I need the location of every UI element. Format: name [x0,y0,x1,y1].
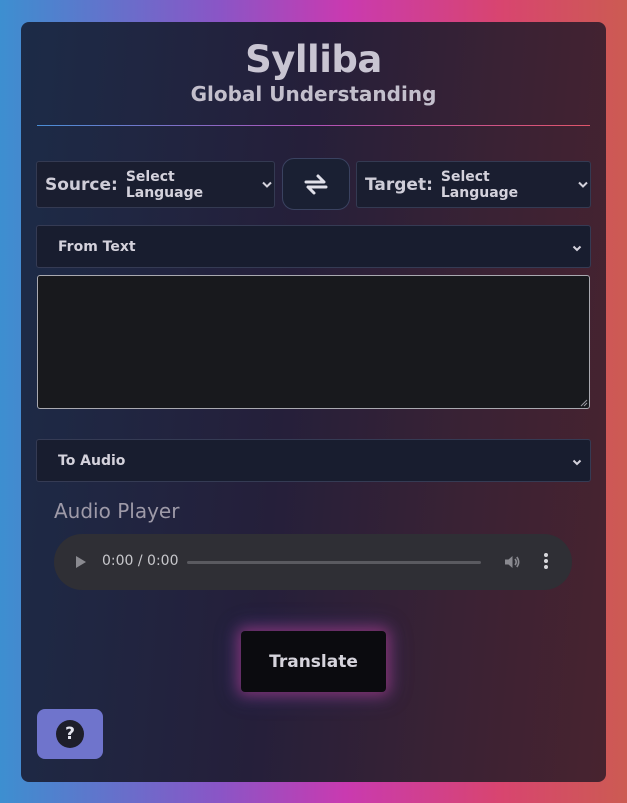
chevron-down-icon [261,178,274,192]
input-mode-value: From Text [58,238,136,255]
swap-arrows-icon [304,174,328,195]
chevron-down-icon [577,178,590,192]
source-label: Source: [45,174,118,195]
output-mode-value: To Audio [58,452,126,469]
app-title: Sylliba [245,38,382,81]
translator-panel: Sylliba Global Understanding Source: Sel… [21,22,606,782]
audio-time: 0:00 / 0:00 [102,553,179,569]
output-mode-select[interactable]: To Audio [36,439,591,482]
help-icon: ? [56,720,84,748]
header-divider [37,125,590,126]
translate-button[interactable]: Translate [241,631,386,692]
swap-languages-button[interactable] [282,158,350,210]
more-vertical-icon[interactable] [543,552,549,570]
audio-player: 0:00 / 0:00 [54,534,572,590]
app-subtitle: Global Understanding [190,82,437,106]
input-mode-select[interactable]: From Text [36,225,591,268]
resize-handle-icon[interactable] [580,399,588,407]
audio-progress-track[interactable] [187,561,481,564]
chevron-down-icon [572,240,582,256]
volume-icon[interactable] [503,553,521,571]
chevron-down-icon [572,454,582,470]
target-language-select[interactable]: Target: Select Language [356,161,591,208]
help-button[interactable]: ? [37,709,103,759]
target-language-value: Select Language [440,168,519,201]
source-language-select[interactable]: Source: Select Language [36,161,275,208]
play-icon[interactable] [75,555,87,569]
audio-player-title: Audio Player [54,499,180,523]
target-label: Target: [365,174,433,195]
source-text-input[interactable] [37,275,590,409]
source-language-value: Select Language [125,168,204,201]
